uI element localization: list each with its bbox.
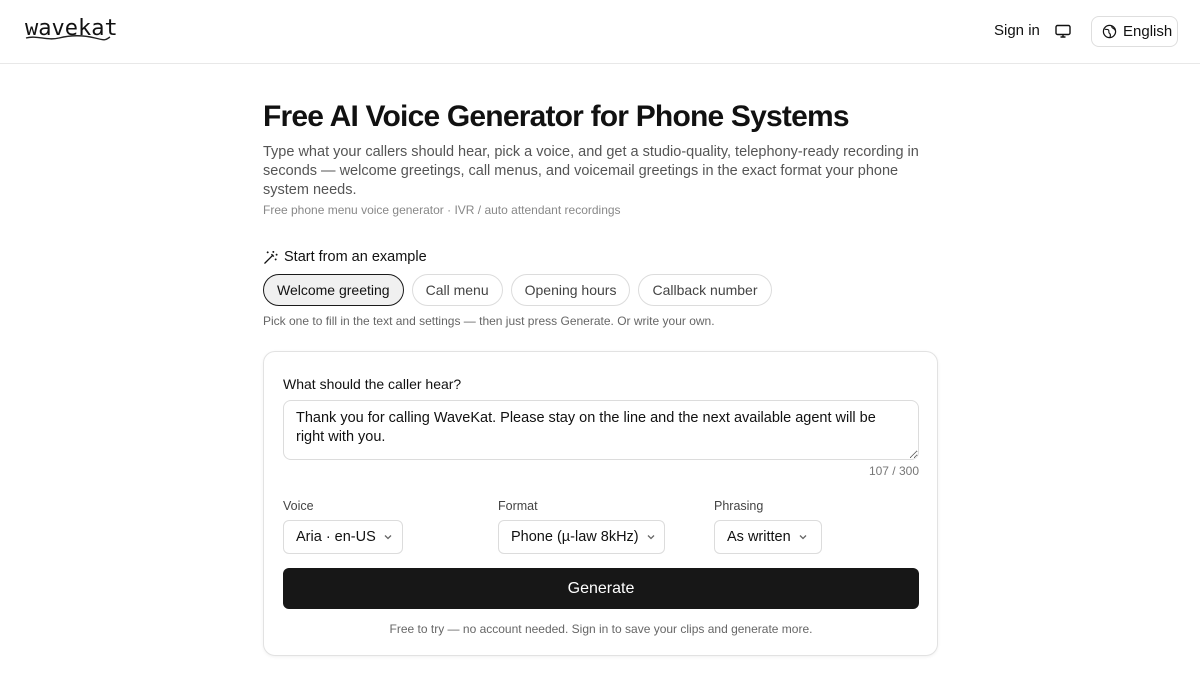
format-label: Format (498, 499, 538, 513)
caller-text-label: What should the caller hear? (283, 376, 462, 392)
phrasing-label: Phrasing (714, 499, 764, 513)
format-field: Format Phone (µ-law 8kHz) (498, 499, 665, 554)
format-value: Phone (µ-law 8kHz) (511, 529, 639, 545)
language-label: English (1123, 23, 1173, 40)
voice-select[interactable]: Aria · en-US (283, 520, 403, 554)
logo-wave-underline (25, 35, 111, 41)
voice-value: Aria · en-US (296, 529, 376, 545)
magic-wand-icon (263, 250, 278, 265)
page-title: Free AI Voice Generator for Phone System… (263, 100, 850, 133)
language-selector-button[interactable]: English (1091, 16, 1178, 47)
format-select[interactable]: Phone (µ-law 8kHz) (498, 520, 665, 554)
globe-icon (1102, 24, 1117, 39)
monitor-icon[interactable] (1053, 20, 1073, 42)
examples-help-text: Pick one to fill in the text and setting… (263, 314, 715, 328)
chevron-down-icon (645, 531, 657, 543)
chip-callback-number[interactable]: Callback number (638, 274, 772, 306)
chip-opening-hours[interactable]: Opening hours (510, 274, 631, 306)
generator-card: What should the caller hear? Thank you f… (263, 351, 938, 656)
phrasing-field: Phrasing As written (714, 499, 822, 554)
generate-button[interactable]: Generate (283, 568, 919, 609)
chip-call-menu[interactable]: Call menu (411, 274, 503, 306)
chevron-down-icon (382, 531, 394, 543)
examples-heading: Start from an example (263, 249, 427, 265)
chevron-down-icon (797, 531, 809, 543)
caller-text-input[interactable]: Thank you for calling WaveKat. Please st… (283, 400, 919, 460)
phrasing-value: As written (727, 529, 791, 545)
character-counter: 107 / 300 (868, 464, 919, 478)
sign-in-link[interactable]: Sign in (994, 22, 1040, 39)
page-subtitle: Type what your callers should hear, pick… (263, 144, 919, 198)
phrasing-select[interactable]: As written (714, 520, 822, 554)
top-navigation-bar: wavekat Sign in English (0, 0, 1200, 64)
chip-welcome-greeting[interactable]: Welcome greeting (263, 274, 404, 306)
generate-footnote: Free to try — no account needed. Sign in… (389, 622, 813, 636)
page-tagline: Free phone menu voice generator · IVR / … (263, 203, 621, 217)
examples-heading-label: Start from an example (284, 249, 427, 265)
voice-field: Voice Aria · en-US (283, 499, 403, 554)
example-chips: Welcome greeting Call menu Opening hours… (263, 274, 772, 306)
voice-label: Voice (283, 499, 314, 513)
